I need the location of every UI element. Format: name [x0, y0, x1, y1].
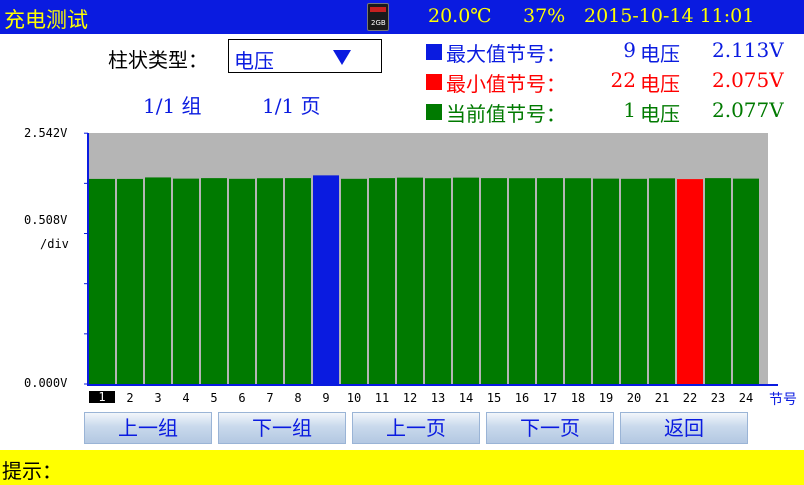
- prev-group-button[interactable]: 上一组: [84, 412, 212, 444]
- x-axis-unit-label: 节号: [769, 392, 797, 408]
- prompt-label: 提示：: [2, 459, 62, 483]
- bar-node-16[interactable]: [509, 178, 535, 384]
- bar-node-2[interactable]: [117, 178, 143, 384]
- bar-node-15[interactable]: [481, 178, 507, 384]
- x-tick-label-24: 24: [738, 391, 754, 405]
- bar-node-24[interactable]: [733, 178, 759, 384]
- x-tick-label-14: 14: [458, 391, 474, 405]
- bar-node-3[interactable]: [145, 177, 171, 384]
- x-tick-label-22: 22: [682, 391, 698, 405]
- bar-node-1[interactable]: [89, 178, 115, 384]
- bar-node-7[interactable]: [257, 178, 283, 384]
- x-tick-label-8: 8: [294, 391, 302, 405]
- x-tick-label-23: 23: [710, 391, 726, 405]
- bar-node-10[interactable]: [341, 178, 367, 384]
- bar-node-12[interactable]: [397, 177, 423, 384]
- bar-node-21[interactable]: [649, 178, 675, 384]
- bar-chart: [84, 132, 778, 386]
- x-tick-label-19: 19: [598, 391, 614, 405]
- x-tick-label-11: 11: [374, 391, 390, 405]
- x-tick-label-7: 7: [266, 391, 274, 405]
- bar-node-11[interactable]: [369, 178, 395, 384]
- x-tick-label-13: 13: [430, 391, 446, 405]
- x-tick-label-16: 16: [514, 391, 530, 405]
- next-page-button[interactable]: 下一页: [486, 412, 614, 444]
- bar-node-6[interactable]: [229, 178, 255, 384]
- x-tick-label-6: 6: [238, 391, 246, 405]
- x-tick-label-5: 5: [210, 391, 218, 405]
- bar-node-18[interactable]: [565, 178, 591, 384]
- bar-node-22[interactable]: [677, 179, 703, 384]
- prompt-bar: 提示：: [0, 450, 804, 485]
- bar-node-4[interactable]: [173, 178, 199, 384]
- bar-node-9[interactable]: [313, 175, 339, 384]
- x-tick-label-15: 15: [486, 391, 502, 405]
- bar-node-23[interactable]: [705, 178, 731, 384]
- x-tick-label-12: 12: [402, 391, 418, 405]
- x-tick-label-18: 18: [570, 391, 586, 405]
- x-tick-label-1: 1: [89, 391, 115, 403]
- x-tick-label-10: 10: [346, 391, 362, 405]
- bar-node-13[interactable]: [425, 178, 451, 384]
- bar-node-17[interactable]: [537, 178, 563, 384]
- x-tick-label-21: 21: [654, 391, 670, 405]
- bar-node-5[interactable]: [201, 178, 227, 384]
- next-group-button[interactable]: 下一组: [218, 412, 346, 444]
- bar-node-20[interactable]: [621, 178, 647, 384]
- bar-node-19[interactable]: [593, 178, 619, 384]
- x-tick-label-20: 20: [626, 391, 642, 405]
- x-tick-label-9: 9: [322, 391, 330, 405]
- x-tick-label-4: 4: [182, 391, 190, 405]
- x-tick-label-3: 3: [154, 391, 162, 405]
- x-tick-label-2: 2: [126, 391, 134, 405]
- x-tick-label-17: 17: [542, 391, 558, 405]
- bar-node-8[interactable]: [285, 178, 311, 384]
- back-button[interactable]: 返回: [620, 412, 748, 444]
- bar-node-14[interactable]: [453, 177, 479, 384]
- prev-page-button[interactable]: 上一页: [352, 412, 480, 444]
